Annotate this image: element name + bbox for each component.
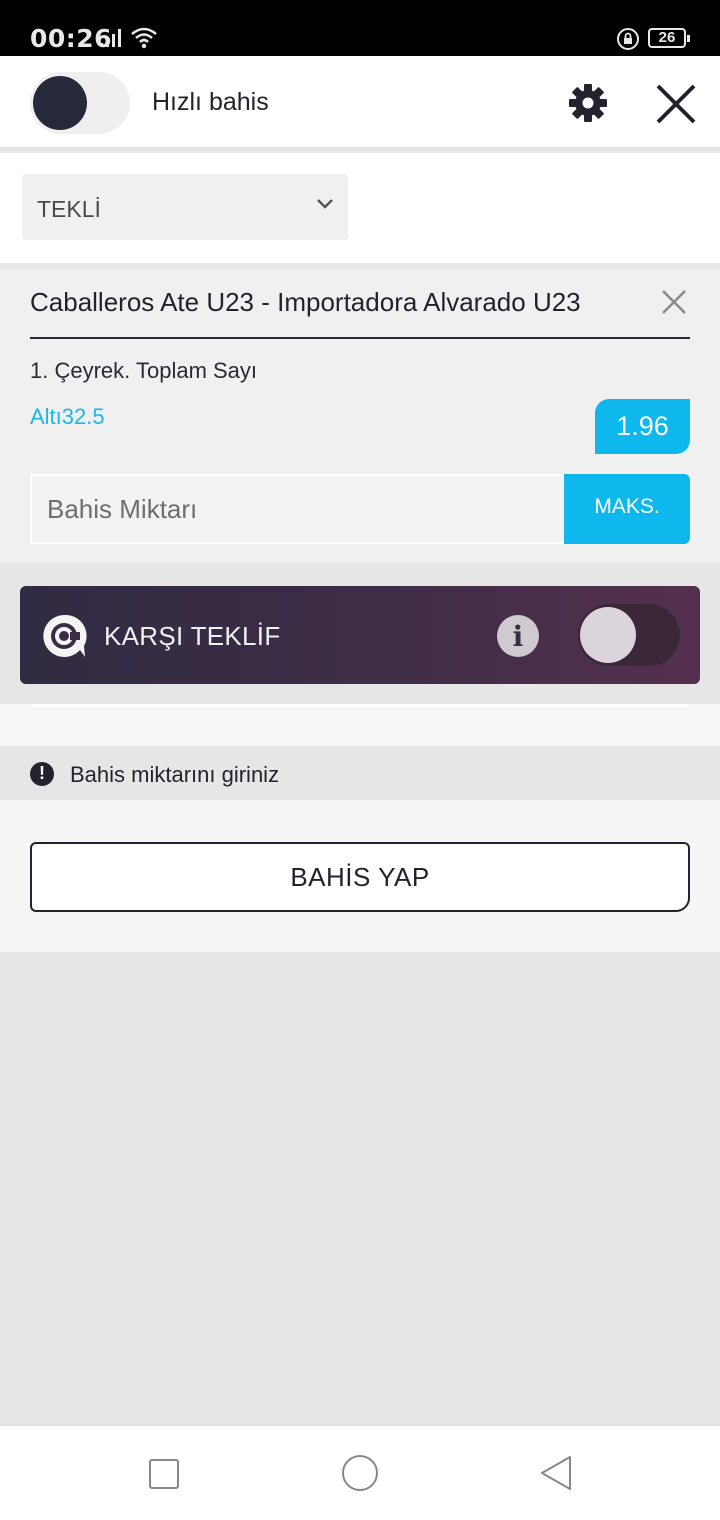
info-icon[interactable]: i: [497, 615, 539, 657]
signal-icon: [100, 29, 121, 47]
bet-slip-header: Hızlı bahis: [0, 56, 720, 150]
remove-selection-icon[interactable]: [660, 288, 688, 316]
warning-text: Bahis miktarını giriniz: [70, 762, 280, 787]
place-bet-section: BAHİS YAP: [0, 800, 720, 952]
counter-offer-toggle[interactable]: [578, 604, 680, 666]
outcome-name: Altı32.5: [30, 404, 105, 429]
warning-glyph: !: [39, 763, 45, 783]
bet-type-dropdown[interactable]: TEKLİ: [22, 174, 348, 240]
counter-offer-logo-icon: [43, 614, 87, 657]
chevron-down-icon: [317, 199, 333, 209]
max-stake-button[interactable]: MAKS.: [564, 474, 690, 544]
back-icon[interactable]: [538, 1454, 574, 1492]
counter-offer-label: KARŞI TEKLİF: [104, 621, 281, 651]
status-bar: 00:26 26: [0, 0, 720, 56]
match-title: Caballeros Ate U23 - Importadora Alvarad…: [30, 287, 581, 317]
wifi-icon: [131, 27, 157, 49]
bet-type-section: TEKLİ: [0, 153, 720, 263]
battery-icon: 26: [648, 28, 690, 48]
stake-input[interactable]: [30, 474, 566, 544]
market-name: 1. Çeyrek. Toplam Sayı: [30, 358, 258, 383]
info-glyph: i: [512, 620, 524, 653]
close-icon[interactable]: [654, 82, 698, 126]
recent-apps-icon[interactable]: [149, 1459, 179, 1489]
rotation-lock-icon: [617, 28, 639, 50]
quick-bet-label: Hızlı bahis: [152, 88, 269, 116]
divider: [0, 704, 720, 746]
gear-icon[interactable]: [566, 81, 610, 125]
warning-icon: !: [30, 762, 54, 786]
quick-bet-toggle[interactable]: [30, 72, 130, 134]
place-bet-button[interactable]: BAHİS YAP: [30, 842, 690, 912]
odds-badge: 1.96: [595, 399, 690, 454]
battery-level: 26: [658, 29, 676, 46]
toggle-knob: [580, 607, 636, 663]
divider: [30, 337, 690, 339]
stake-warning: ! Bahis miktarını giriniz: [0, 746, 720, 800]
selection-card: Caballeros Ate U23 - Importadora Alvarad…: [0, 269, 720, 563]
counter-offer-panel: KARŞI TEKLİF i: [20, 586, 700, 684]
home-icon[interactable]: [342, 1455, 378, 1491]
bet-type-value: TEKLİ: [37, 196, 101, 222]
toggle-knob: [33, 76, 87, 130]
system-navigation-bar: [0, 1424, 720, 1520]
stake-row: MAKS.: [30, 474, 690, 544]
